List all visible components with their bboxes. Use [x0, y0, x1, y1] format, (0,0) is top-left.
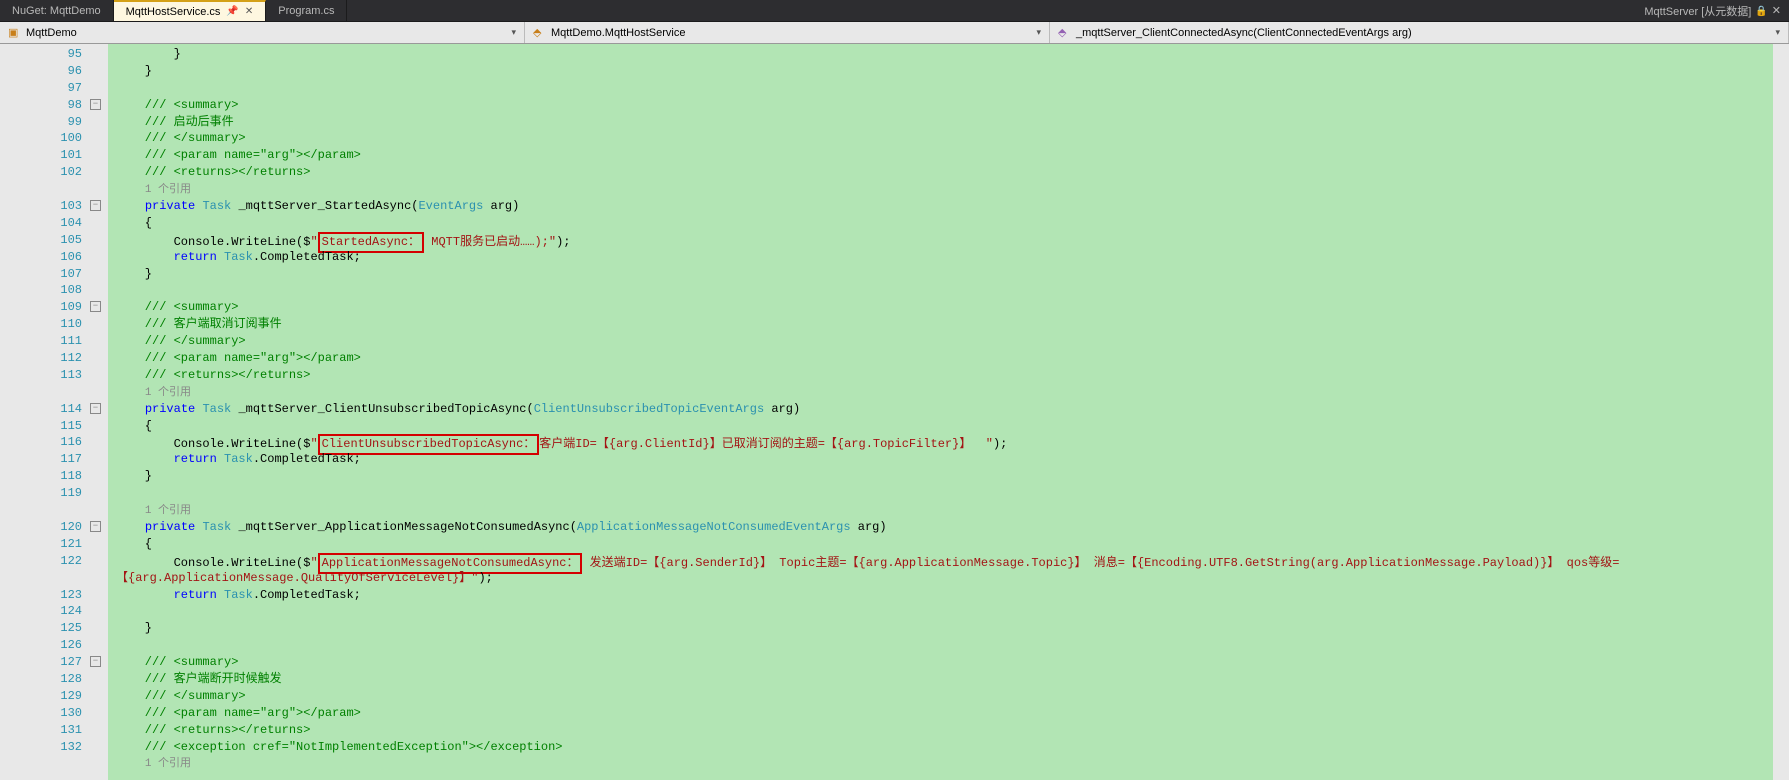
line-number-gutter: 9596979899100101102103104105106107108109…	[20, 44, 90, 780]
chevron-down-icon: ▾	[511, 27, 516, 38]
lock-icon	[1755, 5, 1767, 17]
nav-project[interactable]: MqttDemo ▾	[0, 22, 525, 43]
code-area[interactable]: } } /// <summary> /// 启动后事件 /// </summar…	[108, 44, 1773, 780]
nav-label: MqttDemo.MqttHostService	[551, 27, 685, 39]
nav-class[interactable]: MqttDemo.MqttHostService ▾	[525, 22, 1050, 43]
nav-member[interactable]: _mqttServer_ClientConnectedAsync(ClientC…	[1050, 22, 1789, 43]
tab-mqtthostservice[interactable]: MqttHostService.cs 📌 ✕	[114, 0, 267, 21]
chevron-down-icon: ▾	[1775, 27, 1780, 38]
document-tabs-bar: NuGet: MqttDemo MqttHostService.cs 📌 ✕ P…	[0, 0, 1789, 22]
cube-icon	[8, 26, 22, 40]
fold-toggle[interactable]: −	[90, 656, 101, 667]
status-label: MqttServer [从元数据]	[1644, 3, 1751, 19]
fold-toggle[interactable]: −	[90, 403, 101, 414]
class-icon	[533, 26, 547, 40]
tab-label: MqttHostService.cs	[126, 6, 221, 18]
fold-toggle[interactable]: −	[90, 99, 101, 110]
fold-toggle[interactable]: −	[90, 301, 101, 312]
tab-label: Program.cs	[278, 5, 334, 17]
close-icon[interactable]: ✕	[1772, 4, 1781, 17]
tab-label: NuGet: MqttDemo	[12, 5, 101, 17]
close-icon[interactable]: ✕	[245, 6, 253, 17]
status-right: MqttServer [从元数据] ✕	[1636, 0, 1789, 21]
fold-toggle[interactable]: −	[90, 200, 101, 211]
tab-nuget[interactable]: NuGet: MqttDemo	[0, 0, 114, 21]
nav-label: _mqttServer_ClientConnectedAsync(ClientC…	[1076, 27, 1412, 39]
editor-margin	[0, 44, 20, 780]
fold-toggle[interactable]: −	[90, 521, 101, 532]
pin-icon[interactable]: 📌	[226, 6, 238, 17]
navigation-bar: MqttDemo ▾ MqttDemo.MqttHostService ▾ _m…	[0, 22, 1789, 44]
editor: 9596979899100101102103104105106107108109…	[0, 44, 1789, 780]
nav-label: MqttDemo	[26, 27, 77, 39]
chevron-down-icon: ▾	[1036, 27, 1041, 38]
vertical-scrollbar[interactable]	[1773, 44, 1789, 780]
tab-program[interactable]: Program.cs	[266, 0, 347, 21]
method-icon	[1058, 26, 1072, 40]
fold-gutter: − − − − − −	[90, 44, 108, 780]
